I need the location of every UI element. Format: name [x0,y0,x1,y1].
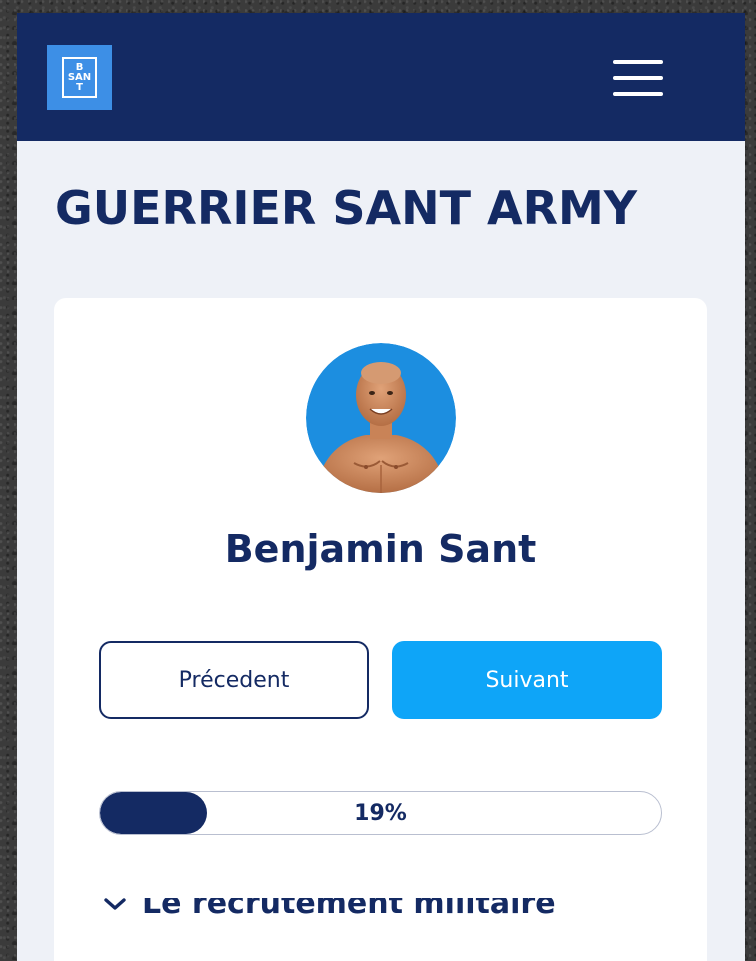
course-progress-bar: 19% [99,791,662,835]
next-button[interactable]: Suivant [392,641,662,719]
coach-name: Benjamin Sant [224,527,537,571]
chapter-accordion-toggle[interactable]: Le recrutement militaire [104,878,664,938]
hamburger-menu-icon[interactable] [613,60,663,96]
previous-button[interactable]: Précedent [99,641,369,719]
brand-logo[interactable]: B SAN T [47,45,112,110]
menu-bar-bottom [613,92,663,96]
chevron-down-icon [104,898,126,910]
top-bar: B SAN T [17,13,745,141]
page-title: GUERRIER SANT ARMY [55,181,638,235]
coach-portrait [306,343,456,493]
course-card: Benjamin Sant Précedent Suivant 19% Le r… [54,298,707,961]
logo-line-2: SAN [67,71,92,83]
menu-bar-middle [613,76,663,80]
logo-mark: B SAN T [62,57,97,98]
app-screen: B SAN T GUERRIER SANT ARMY Benjamin Sant… [17,13,745,961]
logo-line-3: T [76,81,83,93]
menu-bar-top [613,60,663,64]
progress-label: 19% [354,800,407,826]
coach-avatar [306,343,456,493]
scroll-clip [104,878,664,898]
logo-line-1: B [75,61,84,73]
